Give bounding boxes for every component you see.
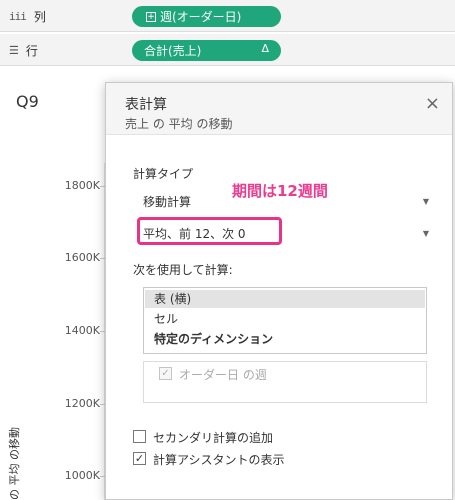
table-calculation-dialog: 表計算 売上 の 平均 の移動 × 計算タイプ 移動計算 ▼ 期間は12週間 平… [105, 82, 453, 500]
y-tick-label: 1000K [64, 469, 100, 482]
columns-pill[interactable]: + 週(オーダー日) [132, 6, 281, 27]
dialog-header: 表計算 売上 の 平均 の移動 × [106, 83, 452, 135]
y-axis-label: の 平均 の移動 [8, 427, 21, 500]
columns-pill-label: 週(オーダー日) [160, 10, 242, 24]
y-tick-label: 1400K [64, 324, 100, 337]
period-annotation: 期間は12週間 [232, 182, 328, 200]
rows-shelf-label: 行 [25, 44, 38, 58]
chart-title: Q9 [16, 92, 39, 111]
dialog-title: 表計算 [125, 97, 167, 113]
calc-type-value: 移動計算 [143, 195, 192, 209]
columns-icon: iii [9, 10, 27, 23]
secondary-calc-checkbox[interactable] [133, 430, 146, 443]
show-assistant-checkbox[interactable]: ✓ [133, 452, 146, 465]
dimension-list: ✓ オーダー日 の週 [143, 361, 427, 403]
columns-shelf: iii 列 + 週(オーダー日) [0, 0, 455, 32]
columns-shelf-label: 列 [33, 10, 46, 24]
y-tick-label: 1800K [64, 179, 100, 192]
rows-pill[interactable]: 合計(売上) Δ [132, 40, 281, 61]
dimension-label: オーダー日 の週 [179, 368, 267, 382]
show-assistant-label: 計算アシスタントの表示 [153, 453, 285, 467]
compute-option-specific-dimensions[interactable]: 特定のディメンション [145, 330, 425, 348]
y-tick-label: 1600K [64, 251, 100, 264]
y-tick-label: 1200K [64, 397, 100, 410]
annotation-highlight-box [137, 217, 282, 245]
secondary-calc-label: セカンダリ計算の追加 [153, 431, 274, 445]
compute-option-table-across[interactable]: 表 (横) [145, 290, 425, 308]
dropdown-arrow-icon: ▼ [422, 229, 429, 238]
expand-icon[interactable]: + [146, 11, 156, 22]
rows-pill-label: 合計(売上) [144, 44, 202, 58]
compute-using-label: 次を使用して計算: [133, 263, 233, 277]
calc-type-label: 計算タイプ [133, 167, 194, 181]
table-calc-delta-icon: Δ [261, 42, 269, 55]
dimension-checkbox: ✓ [159, 367, 172, 380]
dialog-subtitle: 売上 の 平均 の移動 [125, 117, 233, 131]
rows-icon: ☰ [9, 44, 19, 57]
rows-shelf: ☰ 行 合計(売上) Δ [0, 34, 455, 66]
compute-option-cell[interactable]: セル [145, 310, 425, 328]
close-icon[interactable]: × [425, 93, 440, 114]
dropdown-arrow-icon: ▼ [422, 197, 429, 206]
compute-using-list: 表 (横) セル 特定のディメンション [143, 287, 427, 354]
